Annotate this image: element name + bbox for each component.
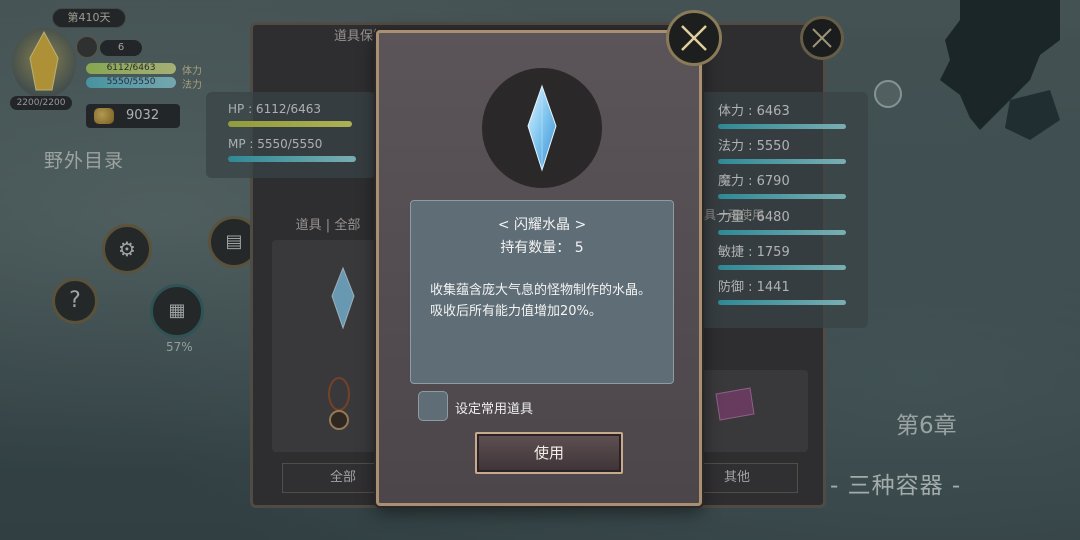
close-modal-button[interactable] xyxy=(666,10,722,66)
item-quantity: 持有数量： 5 xyxy=(500,240,584,256)
favorite-item-checkbox[interactable] xyxy=(418,391,448,421)
favorite-item-label: 设定常用道具 xyxy=(455,402,534,417)
item-icon-frame xyxy=(482,68,602,188)
close-icon xyxy=(681,25,707,51)
item-description: 收集蕴含庞大气息的怪物制作的水晶。吸收后所有能力值增加20%。 xyxy=(430,283,652,319)
chapter-subtitle: - 三种容器 - xyxy=(830,473,962,499)
use-item-button[interactable]: 使用 xyxy=(475,432,623,474)
item-name: < 闪耀水晶 > xyxy=(497,217,587,233)
chapter-number: 第6章 xyxy=(896,413,957,439)
crystal-icon xyxy=(527,84,557,172)
